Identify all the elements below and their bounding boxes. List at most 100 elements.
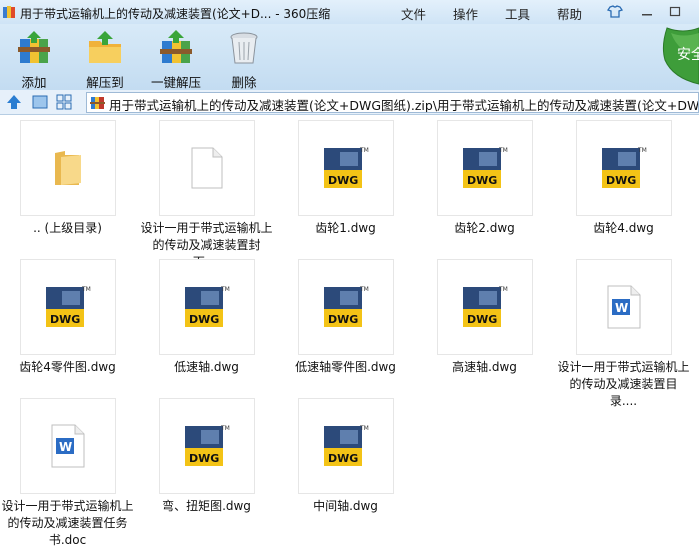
svg-text:TM: TM — [220, 286, 230, 293]
path-field[interactable]: 用于带式运输机上的传动及减速装置(论文+DWG图纸).zip\用于带式运输机上的… — [86, 92, 699, 113]
menu-tools[interactable]: 工具 — [505, 4, 530, 23]
menu-operate[interactable]: 操作 — [453, 4, 478, 23]
svg-text:TM: TM — [220, 425, 230, 432]
dwg-icon: DWG TM — [462, 147, 508, 188]
file-item-cover[interactable]: 设计一用于带式运输机上的传动及减速装置封面.... — [139, 120, 274, 271]
file-name: 低速轴.dwg — [174, 360, 239, 374]
file-grid: .. (上级目录) 设计一用于带式运输机上的传动及减速装置封面.... DWG … — [0, 116, 699, 554]
file-item-gear4[interactable]: DWG TM 齿轮4.dwg — [556, 120, 691, 237]
thumbnail: DWG TM — [297, 120, 394, 216]
thumbnail: DWG TM — [297, 398, 394, 494]
svg-text:TM: TM — [498, 286, 508, 293]
extract-to-button[interactable]: 解压到 — [80, 29, 130, 91]
word-doc-icon: W — [51, 424, 84, 468]
security-label: 安全 — [677, 47, 699, 63]
zip-archive-icon — [90, 97, 105, 109]
dwg-icon: DWG TM — [184, 425, 230, 466]
thumbnail: DWG TM — [575, 120, 672, 216]
file-name: 低速轴零件图.dwg — [295, 360, 396, 374]
word-doc-icon: W — [607, 285, 640, 329]
file-item-intermediate-shaft[interactable]: DWG TM 中间轴.dwg — [278, 398, 413, 515]
menu-file[interactable]: 文件 — [401, 4, 426, 23]
blank-file-icon — [191, 147, 222, 189]
file-name: 高速轴.dwg — [452, 360, 517, 374]
file-name: 齿轮4.dwg — [593, 221, 654, 235]
file-name: 弯、扭矩图.dwg — [162, 499, 251, 513]
thumbnail: DWG TM — [436, 120, 533, 216]
svg-text:DWG: DWG — [189, 313, 219, 326]
file-item-contents[interactable]: W 设计一用于带式运输机上的传动及减速装置目录.... — [556, 259, 691, 410]
file-item-gear4-part[interactable]: DWG TM 齿轮4零件图.dwg — [0, 259, 135, 376]
svg-text:TM: TM — [359, 425, 369, 432]
one-click-extract-icon — [160, 30, 192, 63]
dwg-icon: DWG TM — [323, 147, 369, 188]
grid-view-icon[interactable] — [55, 93, 73, 111]
svg-text:DWG: DWG — [328, 452, 358, 465]
file-name: 设计一用于带式运输机上的传动及减速装置目录.... — [557, 360, 690, 408]
thumbnail: DWG TM — [158, 398, 255, 494]
svg-text:DWG: DWG — [189, 452, 219, 465]
delete-label: 删除 — [231, 75, 257, 90]
svg-text:DWG: DWG — [50, 313, 80, 326]
up-arrow-icon[interactable] — [5, 93, 23, 111]
thumbnail: W — [575, 259, 672, 355]
address-bar: 用于带式运输机上的传动及减速装置(论文+DWG图纸).zip\用于带式运输机上的… — [0, 90, 699, 115]
file-name: 中间轴.dwg — [313, 499, 378, 513]
file-name: 齿轮4零件图.dwg — [19, 360, 116, 374]
dwg-icon: DWG TM — [323, 425, 369, 466]
thumbnail: DWG TM — [436, 259, 533, 355]
thumbnail: DWG TM — [19, 259, 116, 355]
svg-text:DWG: DWG — [606, 174, 636, 187]
file-item-parent-directory[interactable]: .. (上级目录) — [0, 120, 135, 237]
file-item-high-speed-shaft[interactable]: DWG TM 高速轴.dwg — [417, 259, 552, 376]
svg-text:DWG: DWG — [467, 174, 497, 187]
file-item-gear1[interactable]: DWG TM 齿轮1.dwg — [278, 120, 413, 237]
add-label: 添加 — [21, 75, 47, 90]
svg-text:TM: TM — [81, 286, 91, 293]
extract-folder-icon — [89, 31, 121, 63]
thumbnail — [158, 120, 255, 216]
security-shield[interactable]: 安全 — [653, 24, 699, 88]
skin-icon[interactable] — [606, 3, 624, 20]
svg-text:DWG: DWG — [328, 174, 358, 187]
one-click-extract-button[interactable]: 一键解压 — [148, 29, 204, 91]
add-archive-icon — [18, 31, 50, 63]
add-button[interactable]: 添加 — [8, 29, 60, 91]
dwg-icon: DWG TM — [184, 286, 230, 327]
svg-text:TM: TM — [637, 147, 647, 154]
thumbnail — [19, 120, 116, 216]
app-icon — [3, 6, 15, 18]
thumbnail: DWG TM — [158, 259, 255, 355]
minimize-icon[interactable] — [638, 3, 656, 20]
svg-text:DWG: DWG — [328, 313, 358, 326]
title-bar: 用于带式运输机上的传动及减速装置(论文+D... - 360压缩 文件 操作 工… — [0, 0, 699, 24]
maximize-icon[interactable] — [666, 3, 684, 20]
file-name: .. (上级目录) — [33, 221, 102, 235]
thumbnail-view-icon[interactable] — [31, 93, 49, 111]
delete-button[interactable]: 删除 — [222, 29, 266, 91]
file-name: 设计一用于带式运输机上的传动及减速装置任务书.doc — [1, 499, 134, 547]
file-item-task-doc[interactable]: W 设计一用于带式运输机上的传动及减速装置任务书.doc — [0, 398, 135, 549]
svg-text:TM: TM — [359, 147, 369, 154]
file-item-moment-diagram[interactable]: DWG TM 弯、扭矩图.dwg — [139, 398, 274, 515]
toolbar: 添加 解压到 一键解压 删除 — [0, 24, 699, 90]
dwg-icon: DWG TM — [323, 286, 369, 327]
svg-text:W: W — [615, 301, 628, 315]
svg-text:TM: TM — [359, 286, 369, 293]
svg-text:W: W — [59, 440, 72, 454]
thumbnail: W — [19, 398, 116, 494]
file-name: 齿轮2.dwg — [454, 221, 515, 235]
dwg-icon: DWG TM — [45, 286, 91, 327]
file-item-gear2[interactable]: DWG TM 齿轮2.dwg — [417, 120, 552, 237]
svg-text:TM: TM — [498, 147, 508, 154]
menu-help[interactable]: 帮助 — [557, 4, 582, 23]
file-item-low-speed-shaft-part[interactable]: DWG TM 低速轴零件图.dwg — [278, 259, 413, 376]
file-name: 齿轮1.dwg — [315, 221, 376, 235]
trash-icon — [230, 32, 258, 64]
thumbnail: DWG TM — [297, 259, 394, 355]
path-text: 用于带式运输机上的传动及减速装置(论文+DWG图纸).zip\用于带式运输机上的… — [109, 98, 699, 113]
svg-text:DWG: DWG — [467, 313, 497, 326]
dwg-icon: DWG TM — [462, 286, 508, 327]
dwg-icon: DWG TM — [601, 147, 647, 188]
file-item-low-speed-shaft[interactable]: DWG TM 低速轴.dwg — [139, 259, 274, 376]
